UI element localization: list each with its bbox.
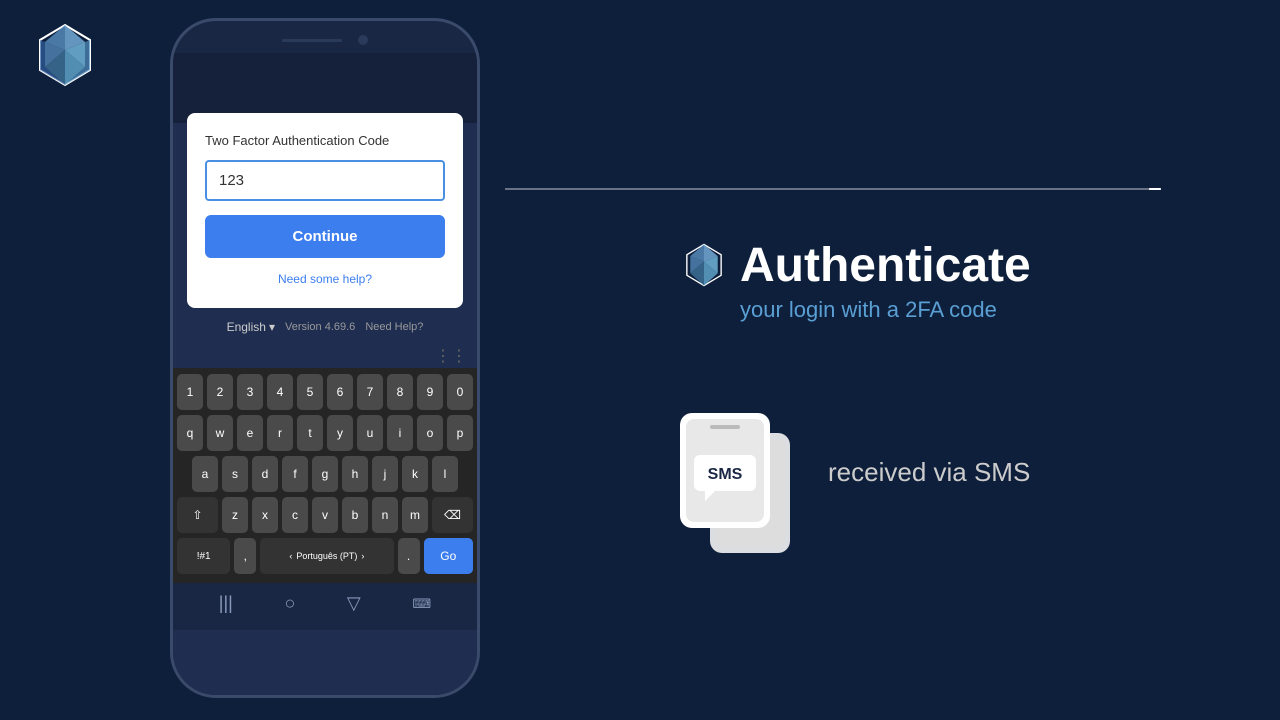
version-label: Version 4.69.6 [285,321,355,333]
key-t[interactable]: t [297,415,323,451]
key-go[interactable]: Go [424,538,473,574]
auth-logo-icon [680,241,728,289]
svg-text:SMS: SMS [708,466,743,483]
keyboard-number-row: 1 2 3 4 5 6 7 8 9 0 [177,374,473,410]
key-comma[interactable]: , [234,538,256,574]
key-g[interactable]: g [312,456,338,492]
keyboard-bottom-row: !#1 , ‹Português (PT)› . Go [177,538,473,574]
sms-icon: SMS [680,403,800,543]
key-0[interactable]: 0 [447,374,473,410]
key-z[interactable]: z [222,497,248,533]
key-i[interactable]: i [387,415,413,451]
code-input[interactable] [205,160,445,201]
key-s[interactable]: s [222,456,248,492]
key-n[interactable]: n [372,497,398,533]
authenticate-title: Authenticate [680,238,1031,293]
phone-notch [282,39,342,42]
sms-phone-icon: SMS [680,403,810,558]
key-k[interactable]: k [402,456,428,492]
key-q[interactable]: q [177,415,203,451]
nav-keyboard-icon[interactable]: ⌨ [412,596,431,612]
key-o[interactable]: o [417,415,443,451]
language-label: English [227,320,266,334]
key-c[interactable]: c [282,497,308,533]
key-8[interactable]: 8 [387,374,413,410]
phone-screen: Two Factor Authentication Code Continue … [173,53,477,695]
authenticate-word: Authenticate [740,238,1031,293]
keyboard-qwerty-row: q w e r t y u i o p [177,415,473,451]
help-link[interactable]: Need some help? [205,272,445,286]
key-e[interactable]: e [237,415,263,451]
key-h[interactable]: h [342,456,368,492]
key-w[interactable]: w [207,415,233,451]
authenticate-section: Authenticate your login with a 2FA code [680,238,1031,323]
key-y[interactable]: y [327,415,353,451]
key-backspace[interactable]: ⌫ [432,497,473,533]
phone-top-bar [173,21,477,53]
nav-recent-icon[interactable]: ▽ [347,593,361,614]
screen-footer: English ▾ Version 4.69.6 Need Help? [173,308,477,342]
dialog-title: Two Factor Authentication Code [205,133,445,148]
chevron-down-icon: ▾ [269,320,275,334]
key-l[interactable]: l [432,456,458,492]
need-help-link[interactable]: Need Help? [365,321,423,333]
key-9[interactable]: 9 [417,374,443,410]
key-b[interactable]: b [342,497,368,533]
key-1[interactable]: 1 [177,374,203,410]
keyboard[interactable]: 1 2 3 4 5 6 7 8 9 0 q w e r t [173,368,477,583]
keyboard-handle: ⋮⋮ [435,346,467,366]
key-shift[interactable]: ⇧ [177,497,218,533]
keyboard-asdf-row: a s d f g h j k l [177,456,473,492]
auth-subtitle: your login with a 2FA code [740,297,1031,323]
auth-dialog-card: Two Factor Authentication Code Continue … [187,113,463,308]
key-m[interactable]: m [402,497,428,533]
phone-camera [358,35,368,45]
sms-label: received via SMS [828,457,1030,488]
key-r[interactable]: r [267,415,293,451]
key-d[interactable]: d [252,456,278,492]
key-6[interactable]: 6 [327,374,353,410]
language-selector[interactable]: English ▾ [227,320,275,334]
key-7[interactable]: 7 [357,374,383,410]
key-2[interactable]: 2 [207,374,233,410]
right-panel: Authenticate your login with a 2FA code … [560,0,1280,720]
key-4[interactable]: 4 [267,374,293,410]
key-3[interactable]: 3 [237,374,263,410]
sms-section: SMS received via SMS [680,403,1030,543]
key-u[interactable]: u [357,415,383,451]
phone-navigation-bar: ||| ○ ▽ ⌨ [173,583,477,630]
keyboard-zxcv-row: ⇧ z x c v b n m ⌫ [177,497,473,533]
app-logo [30,20,100,95]
key-language[interactable]: ‹Português (PT)› [260,538,393,574]
nav-home-icon[interactable]: ○ [284,593,295,614]
key-p[interactable]: p [447,415,473,451]
key-period[interactable]: . [398,538,420,574]
key-j[interactable]: j [372,456,398,492]
key-a[interactable]: a [192,456,218,492]
nav-back-icon[interactable]: ||| [219,593,233,614]
key-x[interactable]: x [252,497,278,533]
key-5[interactable]: 5 [297,374,323,410]
key-v[interactable]: v [312,497,338,533]
phone-mockup: Two Factor Authentication Code Continue … [170,18,480,698]
key-f[interactable]: f [282,456,308,492]
continue-button[interactable]: Continue [205,215,445,258]
key-symbols[interactable]: !#1 [177,538,230,574]
